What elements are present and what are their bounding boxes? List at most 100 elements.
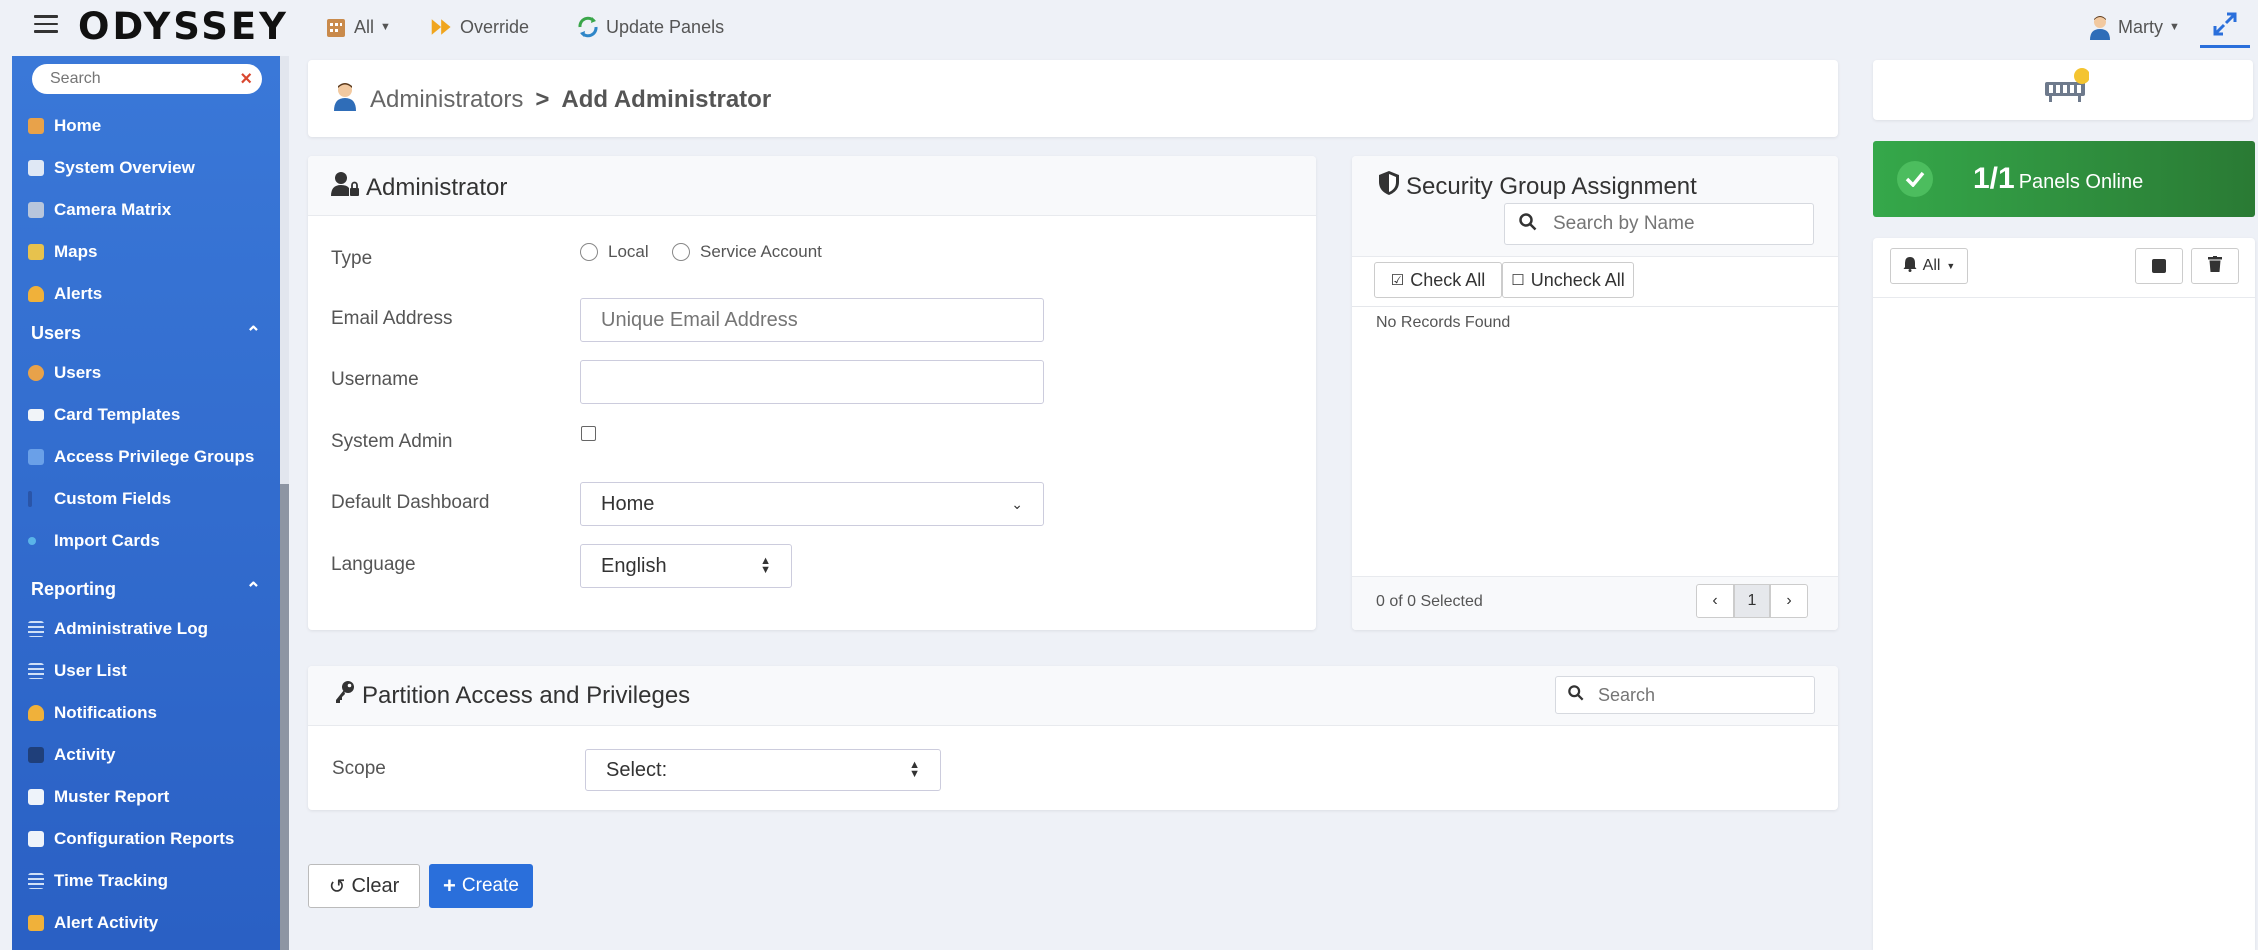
sidebar-item-time-tracking[interactable]: Time Tracking [28, 871, 168, 891]
security-group-search-input[interactable] [1553, 213, 1793, 235]
username-field[interactable] [580, 360, 1044, 404]
delete-button[interactable] [2191, 248, 2239, 284]
building-icon [324, 15, 348, 39]
scope-label: Scope [332, 758, 386, 779]
security-group-header: Security Group Assignment [1352, 156, 1838, 257]
sidebar-item-camera-matrix[interactable]: Camera Matrix [28, 200, 171, 220]
type-service-account-radio[interactable]: Service Account [672, 242, 822, 262]
sidebar-item-label: Users [54, 363, 102, 382]
refresh-icon [576, 15, 600, 39]
sidebar-item-import-cards[interactable]: Import Cards [28, 531, 160, 551]
sidebar-item-maps[interactable]: Maps [28, 242, 97, 262]
sidebar-item-alerts[interactable]: Alerts [28, 284, 102, 304]
sidebar-item-users[interactable]: Users [28, 363, 101, 383]
panels-online-banner[interactable]: 1/1 Panels Online [1873, 141, 2255, 217]
create-button[interactable]: + Create [429, 864, 533, 908]
breadcrumb-separator: > [535, 85, 550, 113]
card-icon [28, 409, 44, 421]
next-page-button[interactable]: › [1770, 584, 1808, 618]
chevron-right-icon: › [1786, 592, 1792, 609]
sort-arrows-icon: ▲ ▼ [909, 759, 920, 780]
language-label: Language [331, 554, 416, 575]
override-button[interactable]: Override [430, 15, 529, 39]
users-icon [28, 365, 44, 381]
pagination: ‹ 1 › [1696, 584, 1808, 618]
sidebar-section-reporting[interactable]: Reporting ⌃ [31, 579, 261, 600]
system-admin-checkbox[interactable] [581, 426, 596, 441]
notifications-toolbar: All ▼ [1873, 238, 2255, 298]
sidebar-item-muster-report[interactable]: Muster Report [28, 787, 169, 807]
sidebar-item-label: Administrative Log [54, 619, 208, 638]
sidebar-item-access-privilege-groups[interactable]: Access Privilege Groups [28, 447, 254, 467]
breadcrumb-parent[interactable]: Administrators [370, 86, 523, 114]
sidebar-item-card-templates[interactable]: Card Templates [28, 405, 180, 425]
page-number: 1 [1747, 592, 1757, 609]
security-group-search [1504, 203, 1814, 245]
user-menu[interactable]: Marty ▼ [2088, 15, 2180, 40]
panels-online-text: Panels Online [2018, 171, 2144, 193]
partition-search-input[interactable] [1598, 684, 1798, 706]
caret-down-icon: ▼ [1946, 261, 1956, 271]
check-all-button[interactable]: ☑ Check All [1374, 262, 1502, 298]
sidebar-item-user-list[interactable]: User List [28, 661, 127, 681]
update-panels-button[interactable]: Update Panels [576, 15, 724, 39]
sidebar-item-activity[interactable]: Activity [28, 745, 115, 765]
uncheck-all-label: Uncheck All [1530, 269, 1625, 290]
hamburger-menu-icon[interactable] [34, 15, 58, 35]
default-dashboard-label: Default Dashboard [331, 492, 490, 513]
app-logo: ODYSSEY [78, 5, 289, 48]
type-local-radio[interactable]: Local [580, 242, 649, 262]
check-circle-icon [1897, 161, 1933, 197]
list-icon [28, 663, 44, 679]
expand-button[interactable] [2200, 8, 2250, 48]
clear-search-icon[interactable]: × [240, 68, 252, 91]
sidebar-item-label: Notifications [54, 703, 157, 722]
sidebar-item-label: User List [54, 661, 127, 680]
breadcrumb-current: Add Administrator [561, 85, 772, 113]
notification-filter-dropdown[interactable]: All ▼ [1890, 248, 1968, 284]
sidebar-item-configuration-reports[interactable]: Configuration Reports [28, 829, 234, 849]
undo-icon: ↺ [328, 875, 346, 898]
uncheck-all-button[interactable]: ☐ Uncheck All [1502, 262, 1634, 298]
page-1-button[interactable]: 1 [1734, 584, 1770, 618]
clear-button[interactable]: ↺ Clear [308, 864, 420, 908]
sidebar-item-label: Camera Matrix [54, 200, 172, 219]
email-field[interactable] [580, 298, 1044, 342]
sidebar-item-notifications[interactable]: Notifications [28, 703, 157, 723]
field-icon [28, 491, 32, 507]
scrollbar-thumb[interactable] [280, 484, 289, 950]
controller-status-card [1873, 60, 2253, 120]
language-select[interactable]: English ▲ ▼ [580, 544, 792, 588]
notification-filter-label: All [1922, 257, 1941, 274]
sidebar-item-custom-fields[interactable]: Custom Fields [28, 489, 171, 509]
radio-circle[interactable] [580, 243, 598, 261]
sidebar-item-system-overview[interactable]: System Overview [28, 158, 195, 178]
caret-down-icon: ▼ [2169, 21, 2180, 33]
check-all-label: Check All [1410, 269, 1486, 290]
selected-count: 0 of 0 Selected [1376, 593, 1483, 610]
sidebar-search: × [32, 64, 262, 94]
sidebar-item-label: Alerts [54, 284, 103, 303]
update-panels-label: Update Panels [606, 16, 725, 37]
chevron-up-icon: ⌃ [245, 579, 261, 599]
scope-select[interactable]: Select: ▲ ▼ [585, 749, 941, 791]
radio-circle[interactable] [672, 243, 690, 261]
sidebar-scrollbar[interactable] [280, 56, 289, 950]
section-label: Reporting [31, 579, 116, 599]
controller-icon[interactable] [2041, 66, 2090, 115]
sidebar-item-home[interactable]: Home [28, 116, 101, 136]
partition-search [1555, 676, 1815, 714]
sidebar-item-administrative-log[interactable]: Administrative Log [28, 619, 208, 639]
prev-page-button[interactable]: ‹ [1696, 584, 1734, 618]
plus-icon: + [443, 873, 456, 898]
sidebar-search-input[interactable] [50, 70, 241, 88]
partition-card: Partition Access and Privileges Scope Se… [308, 666, 1838, 810]
sidebar-section-users[interactable]: Users ⌃ [31, 323, 261, 344]
alert-activity-icon [28, 915, 44, 931]
all-filter-dropdown[interactable]: All ▼ [324, 15, 391, 39]
sidebar-item-alert-activity[interactable]: Alert Activity [28, 913, 158, 933]
checked-box-icon: ☑ [1390, 272, 1405, 289]
default-dashboard-select[interactable]: Home ⌄ [580, 482, 1044, 526]
stop-button[interactable] [2135, 248, 2183, 284]
search-icon [1519, 212, 1537, 236]
